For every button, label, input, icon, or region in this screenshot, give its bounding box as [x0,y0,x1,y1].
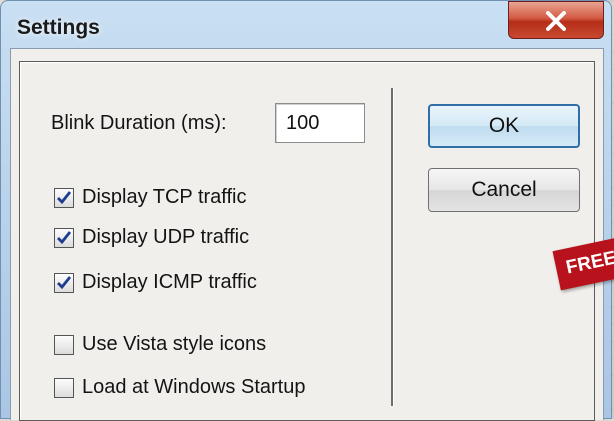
checkbox-label: Display UDP traffic [82,226,250,248]
window-title: Settings [17,16,100,39]
checkbox-label: Display TCP traffic [82,186,247,208]
checkbox-label: Display ICMP traffic [82,271,257,293]
blink-duration-label: Blink Duration (ms): [51,112,227,134]
settings-dialog: Settings Blink Duration (ms): Display TC… [0,0,612,421]
checkbox-label: Use Vista style icons [82,333,267,355]
checkbox-display-udp[interactable]: Display UDP traffic [54,226,249,249]
checkbox-display-icmp[interactable]: Display ICMP traffic [54,271,257,294]
settings-group-box: Blink Duration (ms): Display TCP traffic… [19,61,595,421]
checkbox-box[interactable] [54,377,74,398]
vertical-divider [391,88,394,406]
checkmark-icon [57,275,72,289]
checkbox-box[interactable] [54,227,74,248]
checkbox-display-tcp[interactable]: Display TCP traffic [54,186,247,209]
checkbox-label: Load at Windows Startup [82,376,306,398]
checkbox-windows-startup[interactable]: Load at Windows Startup [54,376,305,399]
checkmark-icon [57,190,72,204]
blink-duration-input[interactable] [275,103,365,143]
close-button[interactable] [508,1,604,39]
checkbox-box[interactable] [54,334,74,355]
dialog-client-area: Blink Duration (ms): Display TCP traffic… [10,48,604,421]
checkbox-box[interactable] [54,187,74,208]
checkbox-vista-icons[interactable]: Use Vista style icons [54,333,266,356]
checkbox-box[interactable] [54,272,74,293]
cancel-button[interactable]: Cancel [428,168,580,212]
close-icon [546,11,566,31]
checkmark-icon [57,230,72,244]
title-bar[interactable]: Settings [1,1,611,49]
ok-button[interactable]: OK [428,104,580,148]
